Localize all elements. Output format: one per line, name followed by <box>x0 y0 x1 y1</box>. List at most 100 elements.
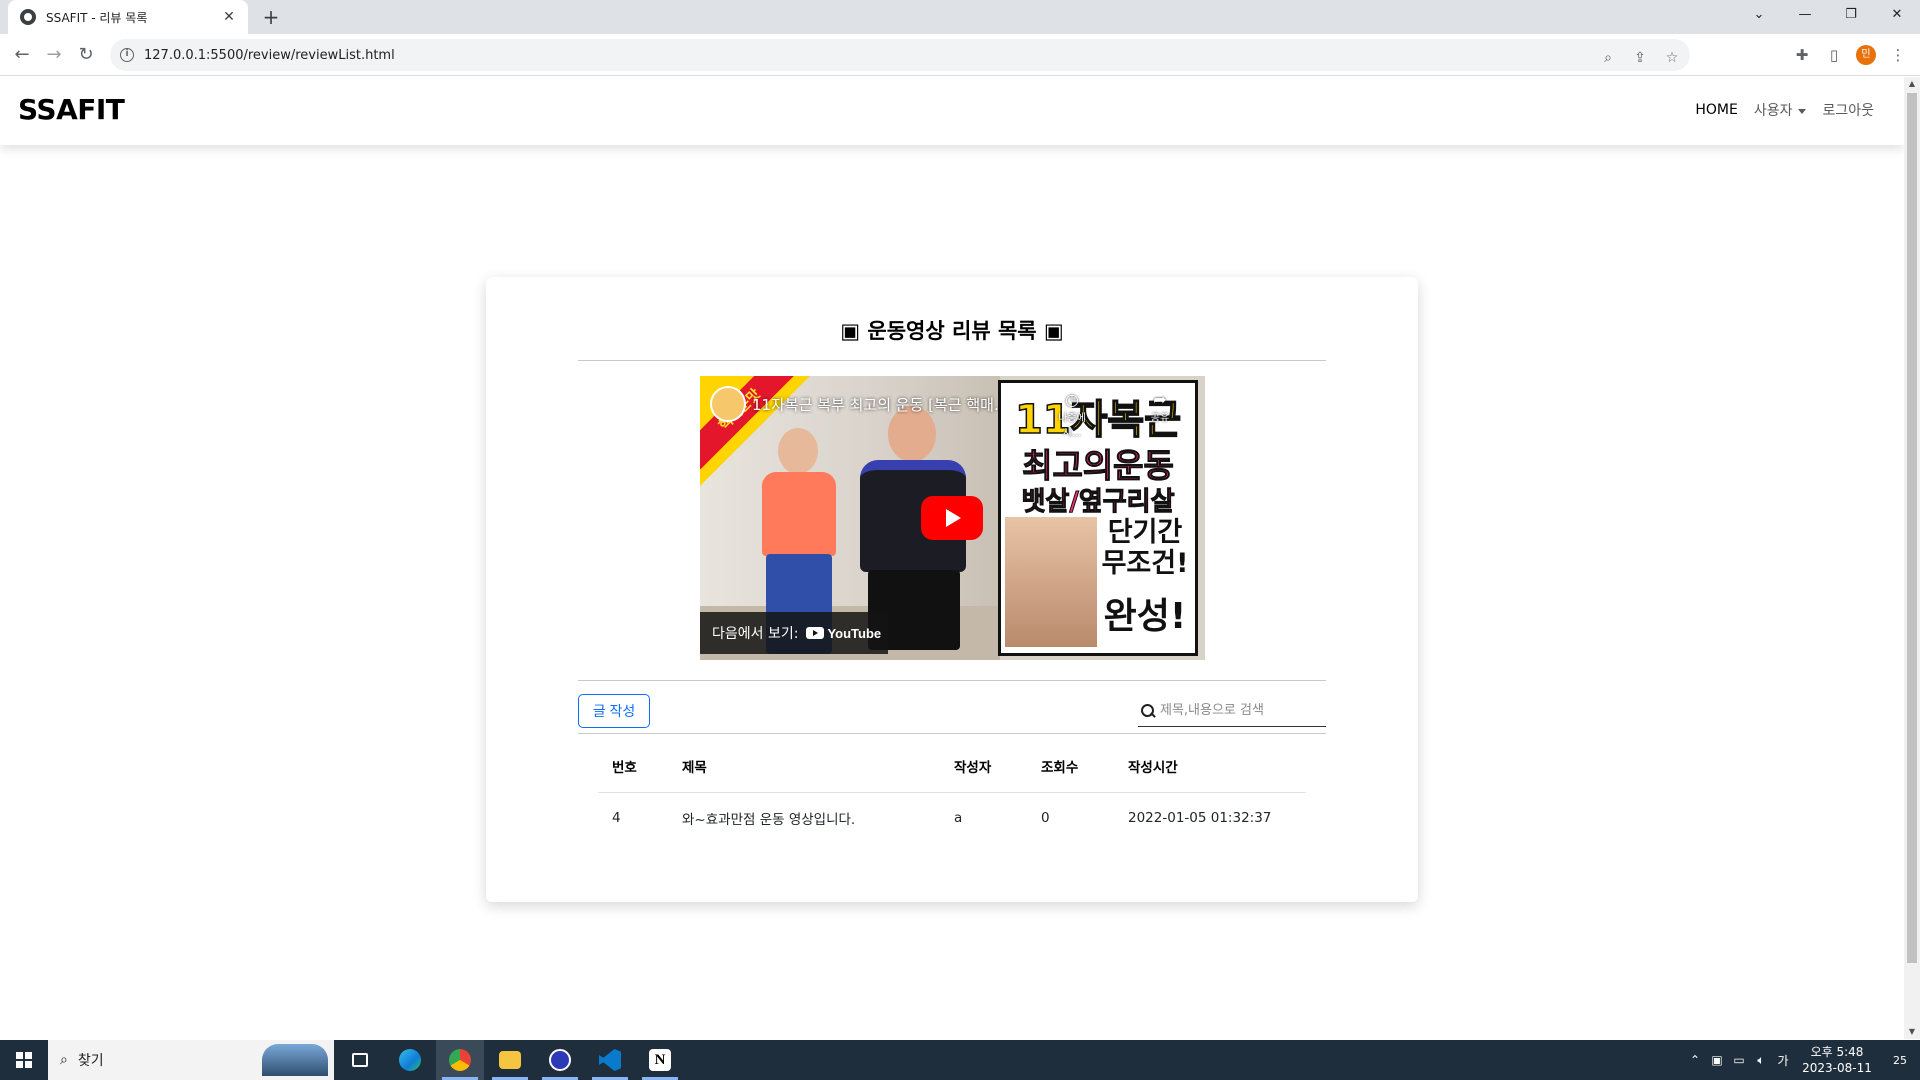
play-button[interactable] <box>921 496 983 540</box>
youtube-wordmark: YouTube <box>827 625 882 641</box>
cell-author: a <box>954 810 963 827</box>
cell-title[interactable]: 와~효과만점 운동 영상입니다. <box>668 792 940 844</box>
scroll-down-icon[interactable]: ▼ <box>1904 1025 1920 1039</box>
person-figure <box>762 472 836 556</box>
browser-tab[interactable]: SSAFIT - 리뷰 목록 ✕ <box>8 0 248 34</box>
windows-logo-icon <box>16 1061 23 1068</box>
chevron-up-icon[interactable]: ⌃ <box>1684 1053 1706 1067</box>
close-icon[interactable]: ✕ <box>220 9 238 25</box>
menu-dots-icon[interactable]: ⋮ <box>1886 43 1910 67</box>
ime-indicator[interactable]: 가 <box>1772 1052 1794 1069</box>
clock-date: 2023-08-11 <box>1802 1061 1872 1075</box>
youtube-embed[interactable]: 핵매운맛 11자복근 복부 최고의 운동 [복근 핵매... 11자복근 최고의… <box>700 376 1205 660</box>
vscode-icon[interactable] <box>586 1040 634 1080</box>
tab-search-icon[interactable]: ⌄ <box>1736 0 1782 30</box>
table-header-row: 번호 제목 작성자 조회수 작성시간 <box>598 740 1306 793</box>
scroll-up-icon[interactable]: ▲ <box>1904 77 1920 91</box>
cell-created-at: 2022-01-05 01:32:37 <box>1128 810 1272 827</box>
thumb-abs-image <box>1005 517 1097 647</box>
watch-later-label: 나중에 시... <box>1058 413 1086 439</box>
nav-user-dropdown[interactable]: 사용자 <box>1754 100 1807 120</box>
cell-views: 0 <box>1041 810 1050 827</box>
brand-logo[interactable]: SSAFIT <box>18 93 125 126</box>
column-header: 조회수 <box>1027 740 1114 793</box>
share-arrow-icon: ➦ <box>1153 390 1167 409</box>
table-row[interactable]: 4 와~효과만점 운동 영상입니다. a 0 2022-01-05 01:32:… <box>598 792 1306 844</box>
taskbar-search[interactable]: ⌕ 찾기 <box>48 1040 334 1080</box>
watch-on-label: 다음에서 보기: <box>712 626 799 642</box>
info-icon[interactable]: i <box>120 48 134 62</box>
globe-icon <box>20 9 36 25</box>
share-icon[interactable]: ⇪ <box>1630 48 1650 68</box>
windows-taskbar: ⌕ 찾기 N ⌃ ▣ ▭ 🔈︎ 가 오후 5:48 2023-08-11 25 <box>0 1040 1920 1080</box>
site-navbar: SSAFIT HOME 사용자 로그아웃 <box>0 77 1904 145</box>
minimize-button[interactable]: — <box>1782 0 1828 30</box>
thumb-text: 완성! <box>1103 596 1187 637</box>
column-header: 작성시간 <box>1114 740 1306 793</box>
nav-logout-link[interactable]: 로그아웃 <box>1822 100 1874 120</box>
network-icon[interactable]: ▭ <box>1728 1053 1750 1067</box>
nav-home-link[interactable]: HOME <box>1695 102 1737 118</box>
restore-button[interactable]: ❐ <box>1828 0 1874 30</box>
volume-icon[interactable]: 🔈︎ <box>1750 1053 1772 1068</box>
thumb-text: 최고의운동 <box>1022 446 1175 486</box>
taskbar-search-label: 찾기 <box>77 1053 104 1069</box>
channel-avatar[interactable] <box>710 386 746 422</box>
watch-on-youtube[interactable]: 다음에서 보기: YouTube <box>700 612 888 654</box>
url-text: 127.0.0.1:5500/review/reviewList.html <box>144 47 395 63</box>
share-label: 공유 <box>1150 413 1170 424</box>
task-view-glyph <box>352 1053 368 1067</box>
page-viewport: SSAFIT HOME 사용자 로그아웃 ▣ 운동영상 리뷰 목록 ▣ 핵매운맛… <box>0 77 1904 1039</box>
app-power-icon[interactable] <box>536 1040 584 1080</box>
share-button[interactable]: ➦ 공유 <box>1140 390 1180 424</box>
search-icon <box>1140 703 1156 719</box>
browser-tab-strip: SSAFIT - 리뷰 목록 ✕ + ⌄ — ❐ ✕ <box>0 0 1920 34</box>
side-panel-icon[interactable]: ▯ <box>1822 43 1846 67</box>
taskbar-clock[interactable]: 오후 5:48 2023-08-11 <box>1794 1044 1880 1076</box>
notification-center-icon[interactable]: 25 <box>1880 1054 1920 1067</box>
extensions-puzzle-icon[interactable]: ✚ <box>1790 43 1814 67</box>
page-scrollbar[interactable]: ▲ ▼ <box>1904 77 1920 1039</box>
column-header: 제목 <box>668 740 940 793</box>
task-view-icon[interactable] <box>336 1040 384 1080</box>
notification-count: 25 <box>1893 1053 1907 1067</box>
zoom-icon[interactable]: ⌕ <box>1598 48 1618 68</box>
divider <box>578 680 1326 681</box>
thumb-text: 단기간 무조건! <box>1097 517 1193 579</box>
notion-glyph: N <box>649 1049 671 1071</box>
clock-time: 오후 5:48 <box>1810 1045 1864 1059</box>
new-tab-button[interactable]: + <box>258 4 284 30</box>
person-figure <box>778 428 818 474</box>
caret-down-icon <box>1798 108 1807 114</box>
watch-later-button[interactable]: ◷ 나중에 시... <box>1052 390 1092 439</box>
write-post-button[interactable]: 글 작성 <box>578 694 650 728</box>
back-icon[interactable]: ← <box>10 43 34 67</box>
search-input[interactable] <box>1160 703 1320 718</box>
chrome-glyph <box>449 1049 471 1071</box>
forward-icon[interactable]: → <box>42 43 66 67</box>
power-glyph <box>549 1049 571 1071</box>
column-header: 작성자 <box>940 740 1027 793</box>
youtube-logo: YouTube <box>806 626 881 641</box>
profile-avatar[interactable]: 민 <box>1856 45 1876 65</box>
scrollbar-thumb[interactable] <box>1907 93 1917 963</box>
window-controls: ⌄ — ❐ ✕ <box>1736 0 1920 34</box>
security-icon[interactable]: ▣ <box>1706 1053 1728 1067</box>
divider <box>578 733 1326 734</box>
windows-start-button[interactable] <box>0 1040 48 1080</box>
reload-icon[interactable]: ↻ <box>74 43 98 67</box>
review-table: 번호 제목 작성자 조회수 작성시간 4 와~효과만점 운동 영상입니다. a … <box>598 740 1306 844</box>
window-close-button[interactable]: ✕ <box>1874 0 1920 30</box>
bookmark-star-icon[interactable]: ☆ <box>1662 48 1682 68</box>
column-header: 번호 <box>598 740 668 793</box>
youtube-icon <box>806 627 825 639</box>
chrome-icon[interactable] <box>436 1040 484 1080</box>
nav-user-label: 사용자 <box>1753 103 1793 119</box>
address-bar[interactable]: i 127.0.0.1:5500/review/reviewList.html … <box>110 39 1690 71</box>
edge-icon[interactable] <box>386 1040 434 1080</box>
vscode-glyph <box>599 1049 621 1071</box>
edge-glyph <box>399 1049 421 1071</box>
notion-icon[interactable]: N <box>636 1040 684 1080</box>
page-title: ▣ 운동영상 리뷰 목록 ▣ <box>840 319 1064 343</box>
file-explorer-icon[interactable] <box>486 1040 534 1080</box>
